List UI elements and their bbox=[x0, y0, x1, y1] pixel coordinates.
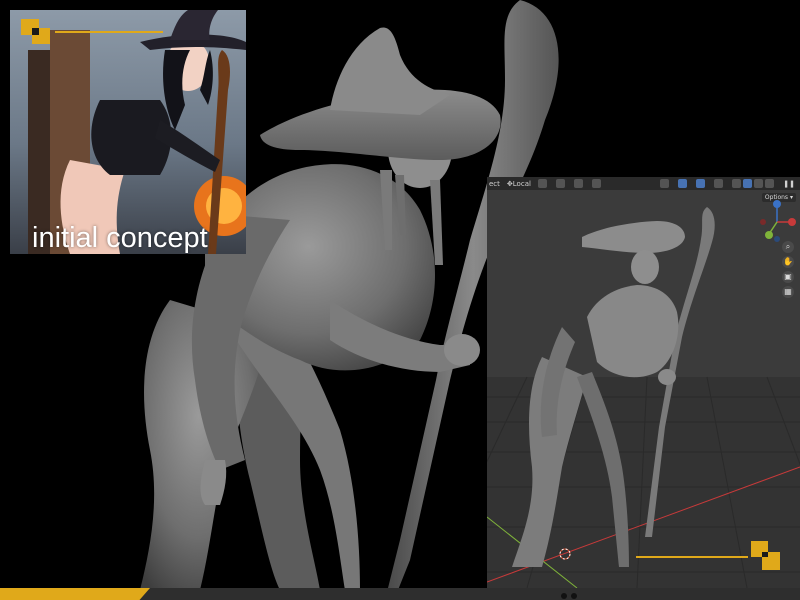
viewport-nav-tools: ⌕ ✋ ▣ ▦ bbox=[782, 241, 794, 301]
y-axis-icon bbox=[765, 231, 773, 239]
zoom-icon[interactable]: ⌕ bbox=[782, 241, 794, 253]
camera-icon[interactable]: ▣ bbox=[782, 271, 794, 283]
3d-viewport[interactable]: ect ✥ Local ❚❚ Options ▾ ⌕ ✋ ▣ ▦ bbox=[487, 177, 800, 588]
navigation-gizmo[interactable] bbox=[487, 177, 800, 588]
pager-dots bbox=[561, 593, 581, 599]
studio-logo-icon bbox=[21, 19, 50, 44]
x-axis-icon bbox=[788, 218, 796, 226]
logo-accent-line-bottom bbox=[636, 556, 748, 558]
pager-dot[interactable] bbox=[561, 593, 567, 599]
presentation-slide: initial concept ect ✥ Local ❚❚ Options ▾… bbox=[0, 0, 800, 600]
bottom-accent-stripe bbox=[0, 588, 150, 600]
studio-logo-icon-bottom bbox=[751, 541, 780, 570]
grid-toggle-icon[interactable]: ▦ bbox=[782, 286, 794, 298]
logo-accent-line bbox=[55, 31, 163, 33]
pan-hand-icon[interactable]: ✋ bbox=[782, 256, 794, 268]
z-axis-icon bbox=[773, 200, 781, 208]
concept-caption: initial concept bbox=[32, 222, 208, 254]
pager-dot[interactable] bbox=[571, 593, 577, 599]
